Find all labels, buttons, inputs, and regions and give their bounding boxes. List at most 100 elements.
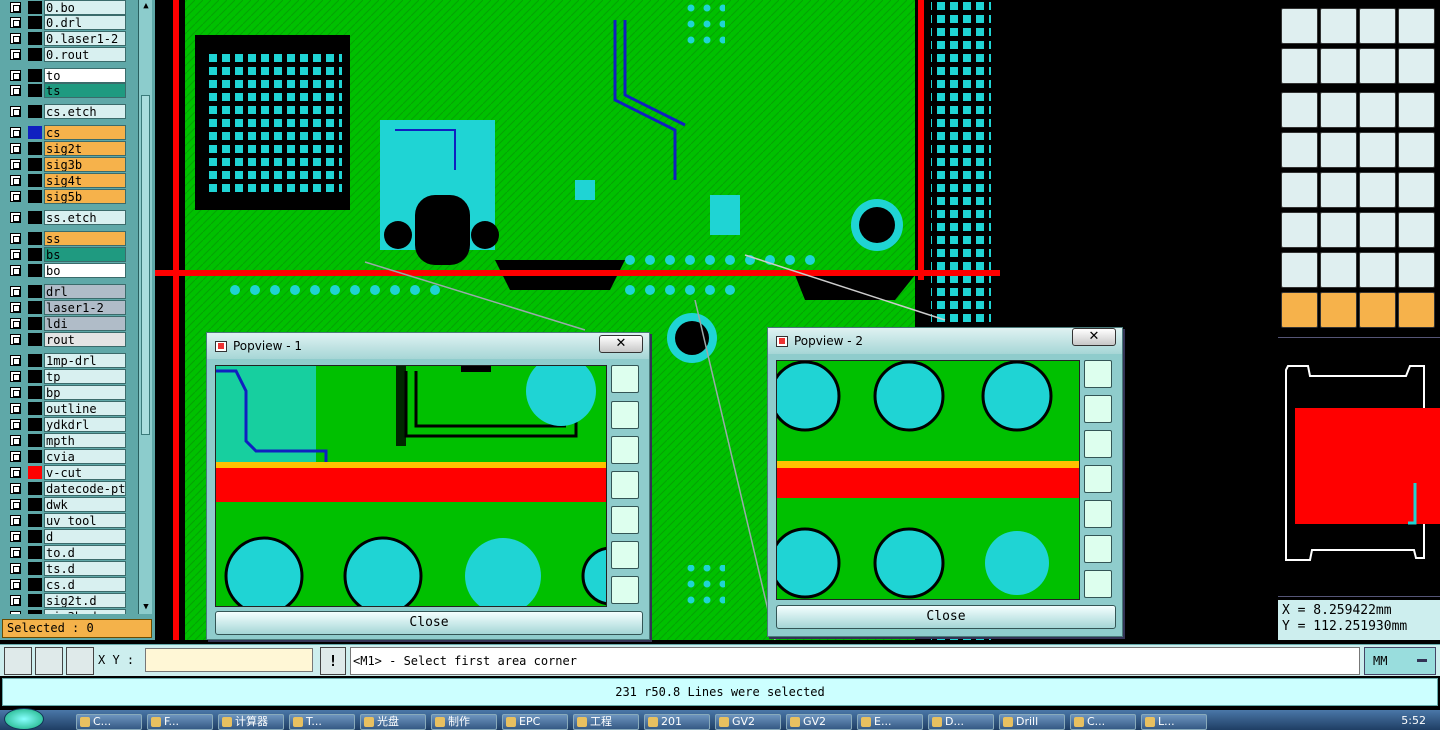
layer-row[interactable]: d: [4, 529, 126, 544]
layer-visibility-checkbox[interactable]: [10, 127, 21, 138]
layer-color-swatch[interactable]: [28, 562, 42, 575]
layer-visibility-checkbox[interactable]: [10, 371, 21, 382]
board-overview[interactable]: [1278, 337, 1440, 597]
layer-color-swatch[interactable]: [28, 450, 42, 463]
taskbar-item[interactable]: T...: [289, 714, 355, 730]
layer-color-swatch[interactable]: [28, 16, 42, 29]
triangle-icon[interactable]: [1281, 252, 1318, 288]
key-icon[interactable]: [1320, 48, 1357, 84]
scale-1-2-icon[interactable]: [1359, 8, 1396, 44]
layer-row[interactable]: sig2t: [4, 141, 126, 156]
popview-1-window[interactable]: Popview - 1 ✕ Close: [206, 332, 650, 640]
layer-row[interactable]: rout: [4, 332, 126, 347]
layer-row[interactable]: bs: [4, 247, 126, 262]
layer-visibility-checkbox[interactable]: [10, 17, 21, 28]
layer-name[interactable]: 0.rout: [44, 47, 126, 62]
popview-2-viewport[interactable]: [776, 360, 1080, 600]
scroll-up-icon[interactable]: ▲: [141, 1, 151, 11]
layer-visibility-checkbox[interactable]: [10, 318, 21, 329]
layer-visibility-checkbox[interactable]: [10, 33, 21, 44]
layer-row[interactable]: cs.etch: [4, 104, 126, 119]
layer-color-swatch[interactable]: [28, 190, 42, 203]
layer-visibility-checkbox[interactable]: [10, 302, 21, 313]
layer-color-swatch[interactable]: [28, 610, 42, 614]
taskbar-item[interactable]: 工程: [573, 714, 639, 730]
layer-row[interactable]: sig3b.d: [4, 609, 126, 614]
layer-row[interactable]: ydkdrl: [4, 417, 126, 432]
popview-1-viewport[interactable]: [215, 365, 607, 607]
layer-name[interactable]: bs: [44, 247, 126, 262]
warning-button[interactable]: !: [320, 647, 346, 675]
layer-visibility-checkbox[interactable]: [10, 467, 21, 478]
layer-color-swatch[interactable]: [28, 126, 42, 139]
layer-color-swatch[interactable]: [28, 264, 42, 277]
zoom-in-icon[interactable]: [1084, 535, 1112, 563]
layer-name[interactable]: 0.laser1-2: [44, 31, 126, 46]
layer-row[interactable]: ss.etch: [4, 210, 126, 225]
layer-visibility-checkbox[interactable]: [10, 563, 21, 574]
layer-row[interactable]: outline: [4, 401, 126, 416]
layer-scrollbar[interactable]: ▲ ▼: [138, 0, 152, 614]
layer-row[interactable]: v-cut: [4, 465, 126, 480]
layer-row[interactable]: to: [4, 68, 126, 83]
pan-left-icon[interactable]: [611, 471, 639, 499]
layer-row[interactable]: ldi: [4, 316, 126, 331]
layer-visibility-checkbox[interactable]: [10, 531, 21, 542]
layer-color-swatch[interactable]: [28, 594, 42, 607]
layer-visibility-checkbox[interactable]: [10, 499, 21, 510]
pan-center-icon[interactable]: [1320, 8, 1357, 44]
layer-color-swatch[interactable]: [28, 514, 42, 527]
pad-link-icon[interactable]: [1281, 212, 1318, 248]
layer-visibility-checkbox[interactable]: [10, 191, 21, 202]
layer-row[interactable]: drl: [4, 284, 126, 299]
circle-select-icon[interactable]: [1359, 292, 1396, 328]
layer-color-swatch[interactable]: [28, 142, 42, 155]
taskbar-item[interactable]: F...: [147, 714, 213, 730]
scroll-down-icon[interactable]: ▼: [141, 602, 151, 612]
poly-select-icon[interactable]: [1398, 292, 1435, 328]
layer-color-swatch[interactable]: [28, 333, 42, 346]
angle-icon[interactable]: [1281, 172, 1318, 208]
net-icon[interactable]: [1359, 48, 1396, 84]
layer-row[interactable]: bp: [4, 385, 126, 400]
layer-row[interactable]: 0.bo: [4, 0, 126, 15]
pan-left-icon[interactable]: [1084, 465, 1112, 493]
popview-1-titlebar[interactable]: Popview - 1: [207, 333, 649, 359]
box-select-icon[interactable]: [1320, 292, 1357, 328]
layer-name[interactable]: dwk: [44, 497, 126, 512]
layer-visibility-checkbox[interactable]: [10, 595, 21, 606]
layer-name[interactable]: ss: [44, 231, 126, 246]
layer-row[interactable]: mpth: [4, 433, 126, 448]
layer-name[interactable]: tp: [44, 369, 126, 384]
layer-name[interactable]: outline: [44, 401, 126, 416]
layer-name[interactable]: mpth: [44, 433, 126, 448]
layer-visibility-checkbox[interactable]: [10, 265, 21, 276]
layer-color-swatch[interactable]: [28, 1, 42, 14]
layer-color-swatch[interactable]: [28, 301, 42, 314]
layer-color-swatch[interactable]: [28, 546, 42, 559]
layer-visibility-checkbox[interactable]: [10, 387, 21, 398]
layer-color-swatch[interactable]: [28, 232, 42, 245]
layer-visibility-checkbox[interactable]: [10, 143, 21, 154]
layer-row[interactable]: dwk: [4, 497, 126, 512]
taskbar-item[interactable]: 光盘: [360, 714, 426, 730]
layer-name[interactable]: 1mp-drl: [44, 353, 126, 368]
pan-right-icon[interactable]: [1084, 500, 1112, 528]
layer-visibility-checkbox[interactable]: [10, 435, 21, 446]
triangle-filled-icon[interactable]: [1398, 252, 1435, 288]
layer-name[interactable]: drl: [44, 284, 126, 299]
layer-name[interactable]: ss.etch: [44, 210, 126, 225]
pointer-icon[interactable]: [1281, 292, 1318, 328]
layer-name[interactable]: ydkdrl: [44, 417, 126, 432]
layer-row[interactable]: uv_tool: [4, 513, 126, 528]
layer-name[interactable]: v-cut: [44, 465, 126, 480]
layer-name[interactable]: laser1-2: [44, 300, 126, 315]
zoom-out-icon[interactable]: [1084, 570, 1112, 598]
layer-name[interactable]: ldi: [44, 316, 126, 331]
layer-visibility-checkbox[interactable]: [10, 334, 21, 345]
line-point-icon[interactable]: [1398, 132, 1435, 168]
layer-row[interactable]: 0.laser1-2: [4, 31, 126, 46]
layer-row[interactable]: cs.d: [4, 577, 126, 592]
layer-color-swatch[interactable]: [28, 482, 42, 495]
zoom-box-icon[interactable]: [4, 647, 32, 675]
